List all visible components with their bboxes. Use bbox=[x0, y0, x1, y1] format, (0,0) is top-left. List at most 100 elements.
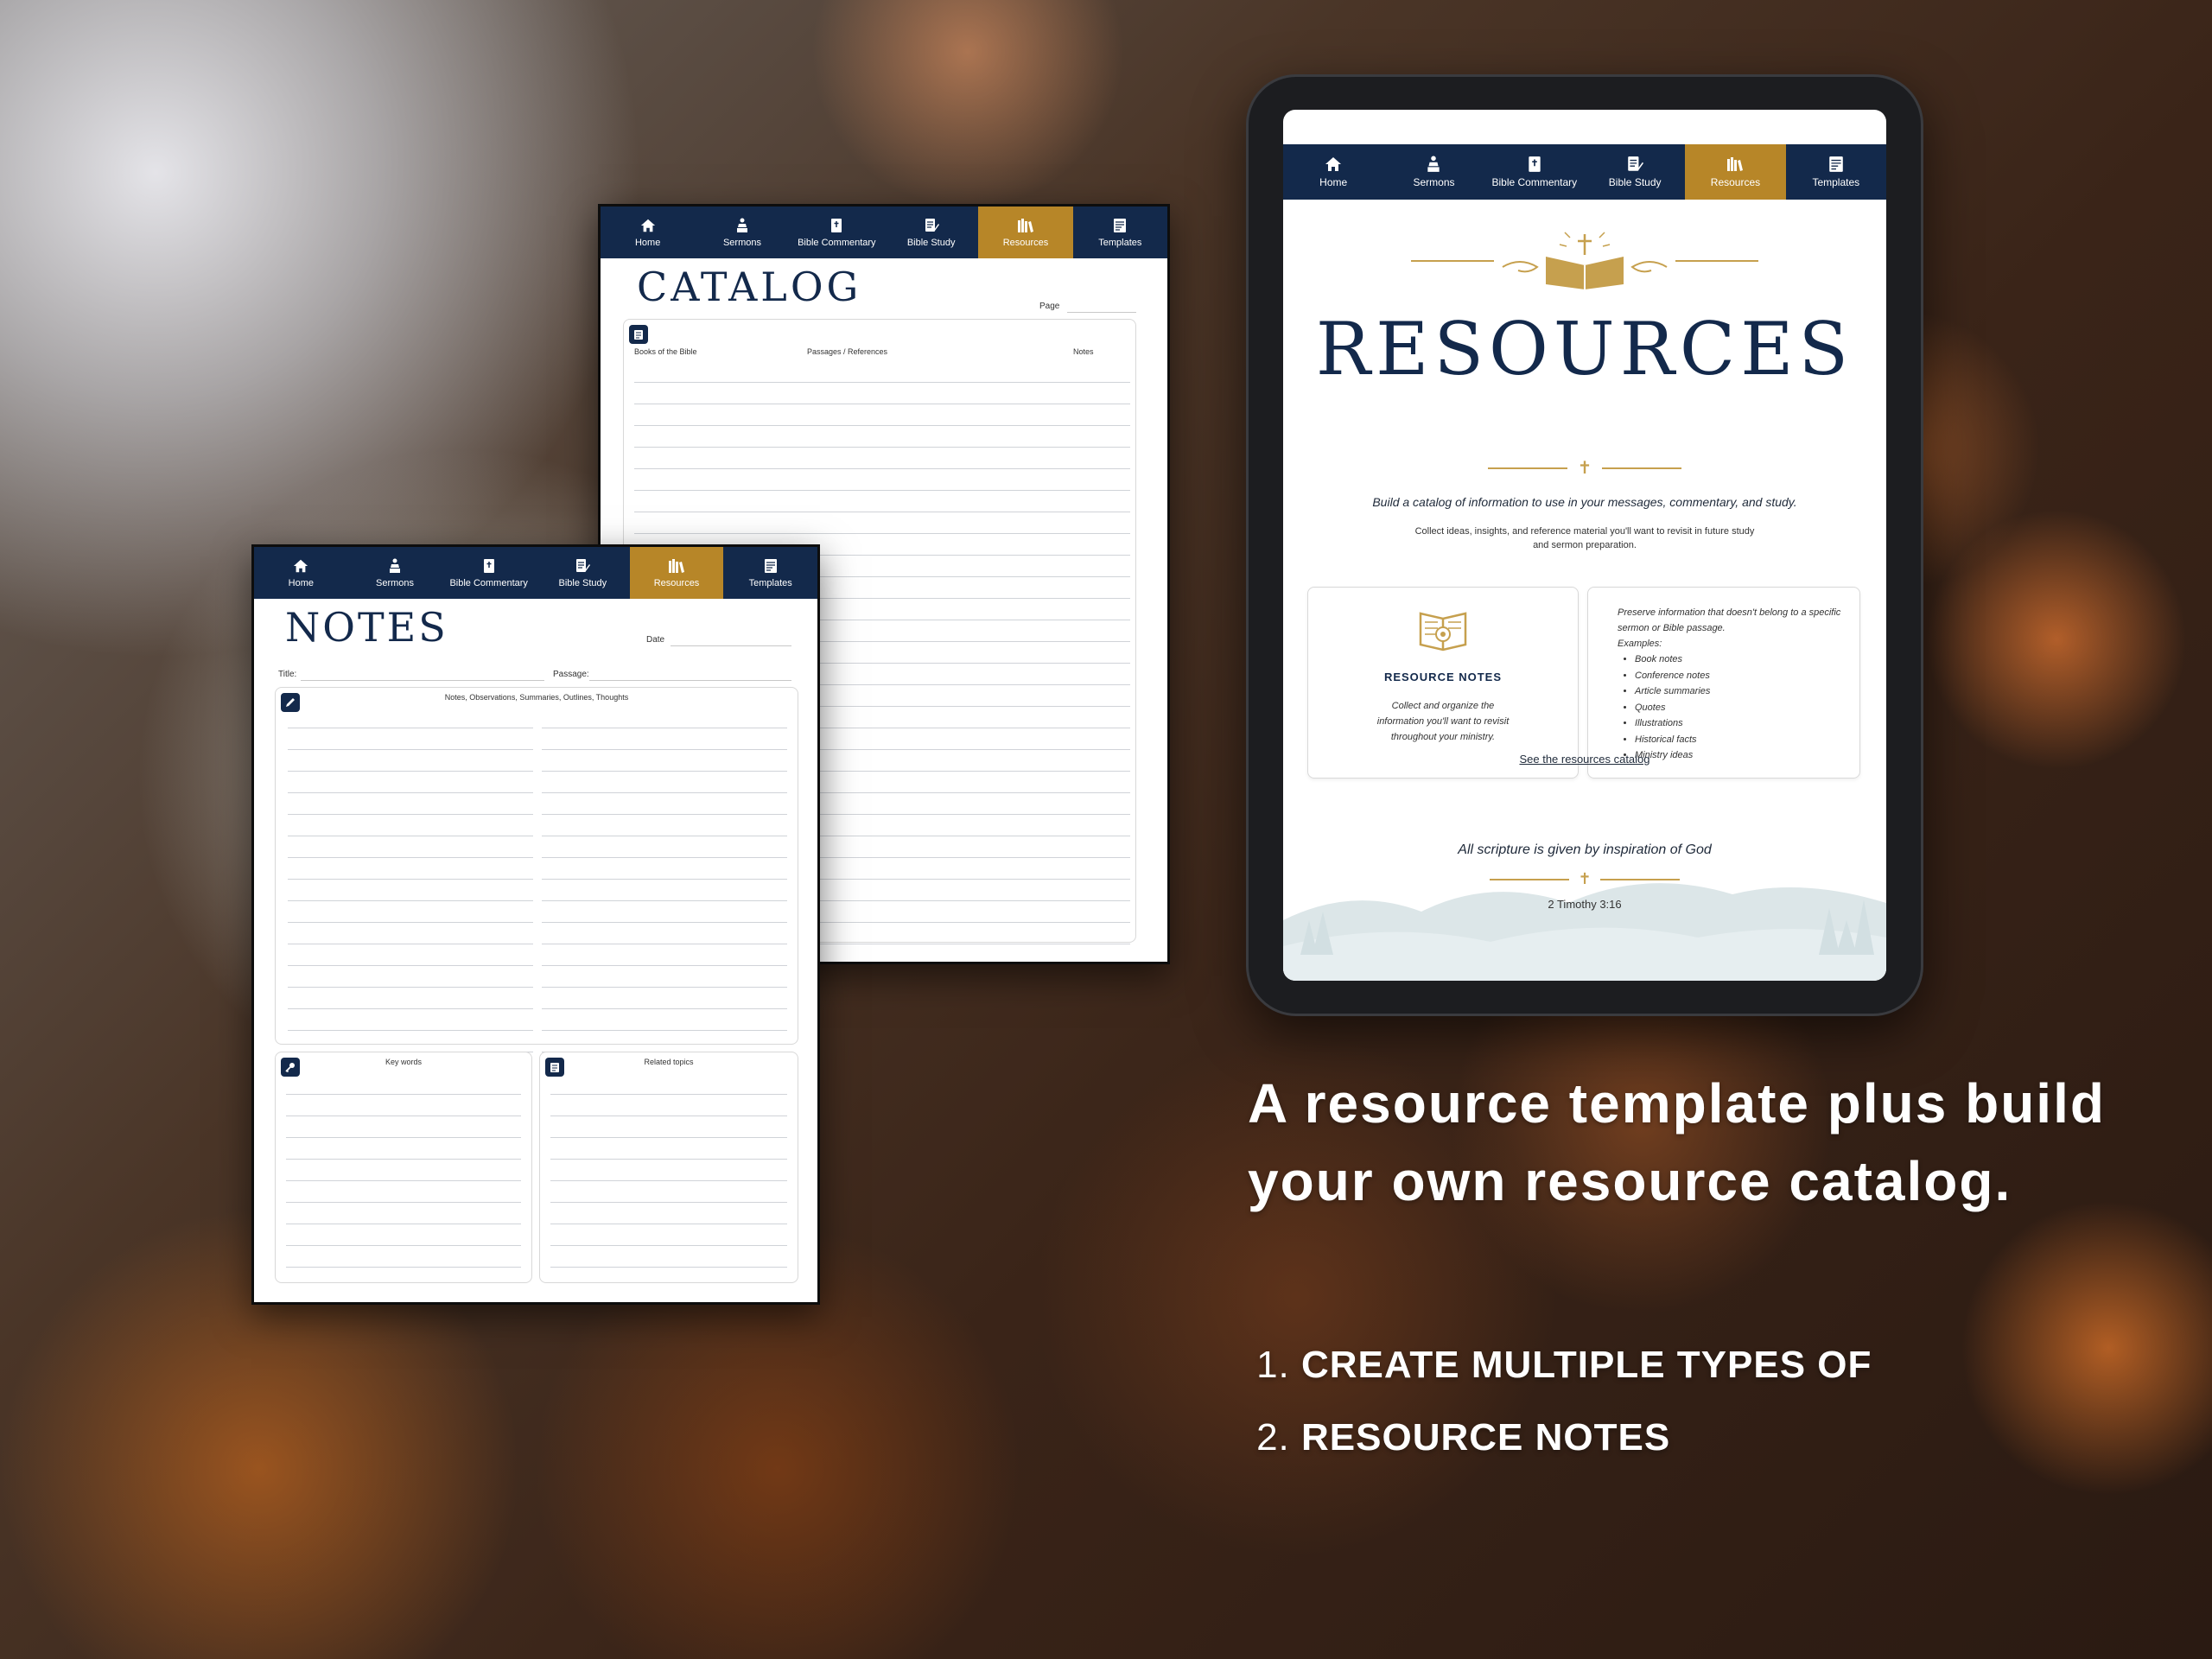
nav-item-home[interactable]: Home bbox=[254, 547, 348, 599]
related-topics-lines[interactable] bbox=[550, 1073, 787, 1268]
bible-icon bbox=[1526, 156, 1543, 173]
column-header-notes: Notes bbox=[1073, 347, 1094, 356]
related-topics-heading: Related topics bbox=[644, 1058, 694, 1066]
books-icon bbox=[1017, 217, 1034, 234]
templates-icon bbox=[1111, 217, 1128, 234]
list-item: Illustrations bbox=[1635, 715, 1710, 732]
books-icon bbox=[1726, 156, 1744, 173]
keywords-lines[interactable] bbox=[286, 1073, 521, 1268]
nav-item-templates[interactable]: Templates bbox=[1073, 207, 1167, 258]
date-field[interactable] bbox=[671, 645, 791, 646]
list-item: Conference notes bbox=[1635, 668, 1710, 684]
nav-label: Home bbox=[1319, 176, 1348, 188]
step-item: CREATE MULTIPLE TYPES OF bbox=[1301, 1329, 1872, 1402]
examples-card: Preserve information that doesn't belong… bbox=[1587, 587, 1860, 779]
notes-page-preview: Home Sermons Bible Commentary Bible Stud… bbox=[251, 544, 820, 1305]
catalog-title: CATALOG bbox=[637, 264, 862, 310]
column-header-passages: Passages / References bbox=[807, 347, 888, 356]
nav-label: Sermons bbox=[1413, 176, 1455, 188]
scripture-reference: 2 Timothy 3:16 bbox=[1548, 898, 1622, 911]
title-field[interactable] bbox=[301, 680, 544, 681]
sermons-icon bbox=[734, 217, 751, 234]
home-icon bbox=[1325, 156, 1342, 173]
nav-label: Resources bbox=[1710, 176, 1761, 188]
nav-item-sermons[interactable]: Sermons bbox=[1383, 144, 1484, 200]
resource-notes-card[interactable]: RESOURCE NOTES Collect and organize the … bbox=[1307, 587, 1579, 779]
nav-label: Sermons bbox=[375, 578, 415, 588]
books-icon bbox=[668, 557, 685, 575]
list-item: Book notes bbox=[1635, 652, 1710, 668]
sermons-icon bbox=[386, 557, 404, 575]
nav-item-resources[interactable]: Resources bbox=[978, 207, 1073, 258]
sermons-icon bbox=[1425, 156, 1442, 173]
notes-lines-left[interactable] bbox=[288, 707, 533, 1052]
nav-label: Home bbox=[288, 578, 314, 588]
tablet-screen: Home Sermons Bible Commentary Bible Stud… bbox=[1283, 110, 1886, 981]
nav-item-bible-study[interactable]: Bible Study bbox=[884, 207, 978, 258]
nav-label: Bible Study bbox=[558, 578, 607, 588]
page-number-field[interactable] bbox=[1067, 312, 1136, 313]
nav-label: Resources bbox=[1002, 238, 1049, 248]
bible-icon bbox=[480, 557, 498, 575]
nav-label: Templates bbox=[1098, 238, 1142, 248]
study-icon bbox=[923, 217, 940, 234]
nav-item-templates[interactable]: Templates bbox=[723, 547, 817, 599]
bottom-cross-divider: ✝ bbox=[1283, 870, 1886, 888]
date-label: Date bbox=[646, 635, 665, 645]
list-item: Quotes bbox=[1635, 700, 1710, 716]
notes-nav-bar: Home Sermons Bible Commentary Bible Stud… bbox=[254, 547, 817, 599]
nav-item-bible-commentary[interactable]: Bible Commentary bbox=[442, 547, 536, 599]
feature-steps: CREATE MULTIPLE TYPES OF RESOURCE NOTES bbox=[1262, 1329, 1872, 1474]
nav-label: Bible Commentary bbox=[449, 578, 528, 588]
notes-lines-right[interactable] bbox=[542, 707, 787, 1052]
nav-item-resources[interactable]: Resources bbox=[1685, 144, 1786, 200]
list-item: Article summaries bbox=[1635, 683, 1710, 700]
notepad-icon bbox=[629, 325, 648, 344]
nav-label: Bible Commentary bbox=[798, 238, 876, 248]
resources-tagline: Build a catalog of information to use in… bbox=[1372, 495, 1797, 509]
resource-notes-title: RESOURCE NOTES bbox=[1383, 671, 1503, 683]
resources-catalog-link[interactable]: See the resources catalog bbox=[1283, 753, 1886, 766]
nav-item-bible-commentary[interactable]: Bible Commentary bbox=[1484, 144, 1585, 200]
nav-item-resources[interactable]: Resources bbox=[629, 547, 724, 599]
nav-label: Sermons bbox=[722, 238, 761, 248]
nav-item-bible-study[interactable]: Bible Study bbox=[1585, 144, 1685, 200]
nav-item-home[interactable]: Home bbox=[601, 207, 695, 258]
notes-title: NOTES bbox=[285, 604, 448, 651]
nav-label: Home bbox=[634, 238, 661, 248]
cross-divider: ✝ bbox=[1283, 457, 1886, 479]
passage-field[interactable] bbox=[589, 680, 791, 681]
nav-label: Bible Commentary bbox=[1491, 176, 1578, 188]
nav-label: Templates bbox=[1812, 176, 1860, 188]
keywords-heading: Key words bbox=[385, 1058, 423, 1066]
scripture-quote: All scripture is given by inspiration of… bbox=[1458, 842, 1712, 857]
nav-item-bible-study[interactable]: Bible Study bbox=[536, 547, 630, 599]
column-header-books: Books of the Bible bbox=[634, 347, 697, 356]
top-ornament bbox=[1283, 231, 1886, 291]
nav-item-home[interactable]: Home bbox=[1283, 144, 1383, 200]
cross-icon: ✝ bbox=[1578, 870, 1592, 887]
templates-icon bbox=[1827, 156, 1845, 173]
templates-icon bbox=[762, 557, 779, 575]
notes-box-heading: Notes, Observations, Summaries, Outlines… bbox=[444, 693, 629, 702]
tablet-device: Home Sermons Bible Commentary Bible Stud… bbox=[1246, 74, 1923, 1016]
home-icon bbox=[639, 217, 657, 234]
step-item: RESOURCE NOTES bbox=[1301, 1402, 1872, 1474]
nav-item-templates[interactable]: Templates bbox=[1786, 144, 1886, 200]
nav-label: Bible Study bbox=[906, 238, 956, 248]
examples-intro: Preserve information that doesn't belong… bbox=[1618, 607, 1841, 649]
nav-item-sermons[interactable]: Sermons bbox=[348, 547, 442, 599]
resources-nav-bar: Home Sermons Bible Commentary Bible Stud… bbox=[1283, 144, 1886, 200]
resources-description: Collect ideas, insights, and reference m… bbox=[1414, 526, 1755, 550]
nav-item-sermons[interactable]: Sermons bbox=[695, 207, 789, 258]
passage-label: Passage: bbox=[553, 670, 589, 679]
open-bible-icon bbox=[1502, 232, 1668, 289]
notes-main-box: Notes, Observations, Summaries, Outlines… bbox=[275, 687, 798, 1052]
bible-icon bbox=[828, 217, 845, 234]
title-label: Title: bbox=[278, 670, 297, 679]
nav-label: Templates bbox=[748, 578, 792, 588]
nav-item-bible-commentary[interactable]: Bible Commentary bbox=[790, 207, 884, 258]
home-icon bbox=[292, 557, 309, 575]
resources-title: RESOURCES bbox=[1315, 307, 1854, 391]
examples-list: Book notes Conference notes Article summ… bbox=[1619, 652, 1710, 764]
